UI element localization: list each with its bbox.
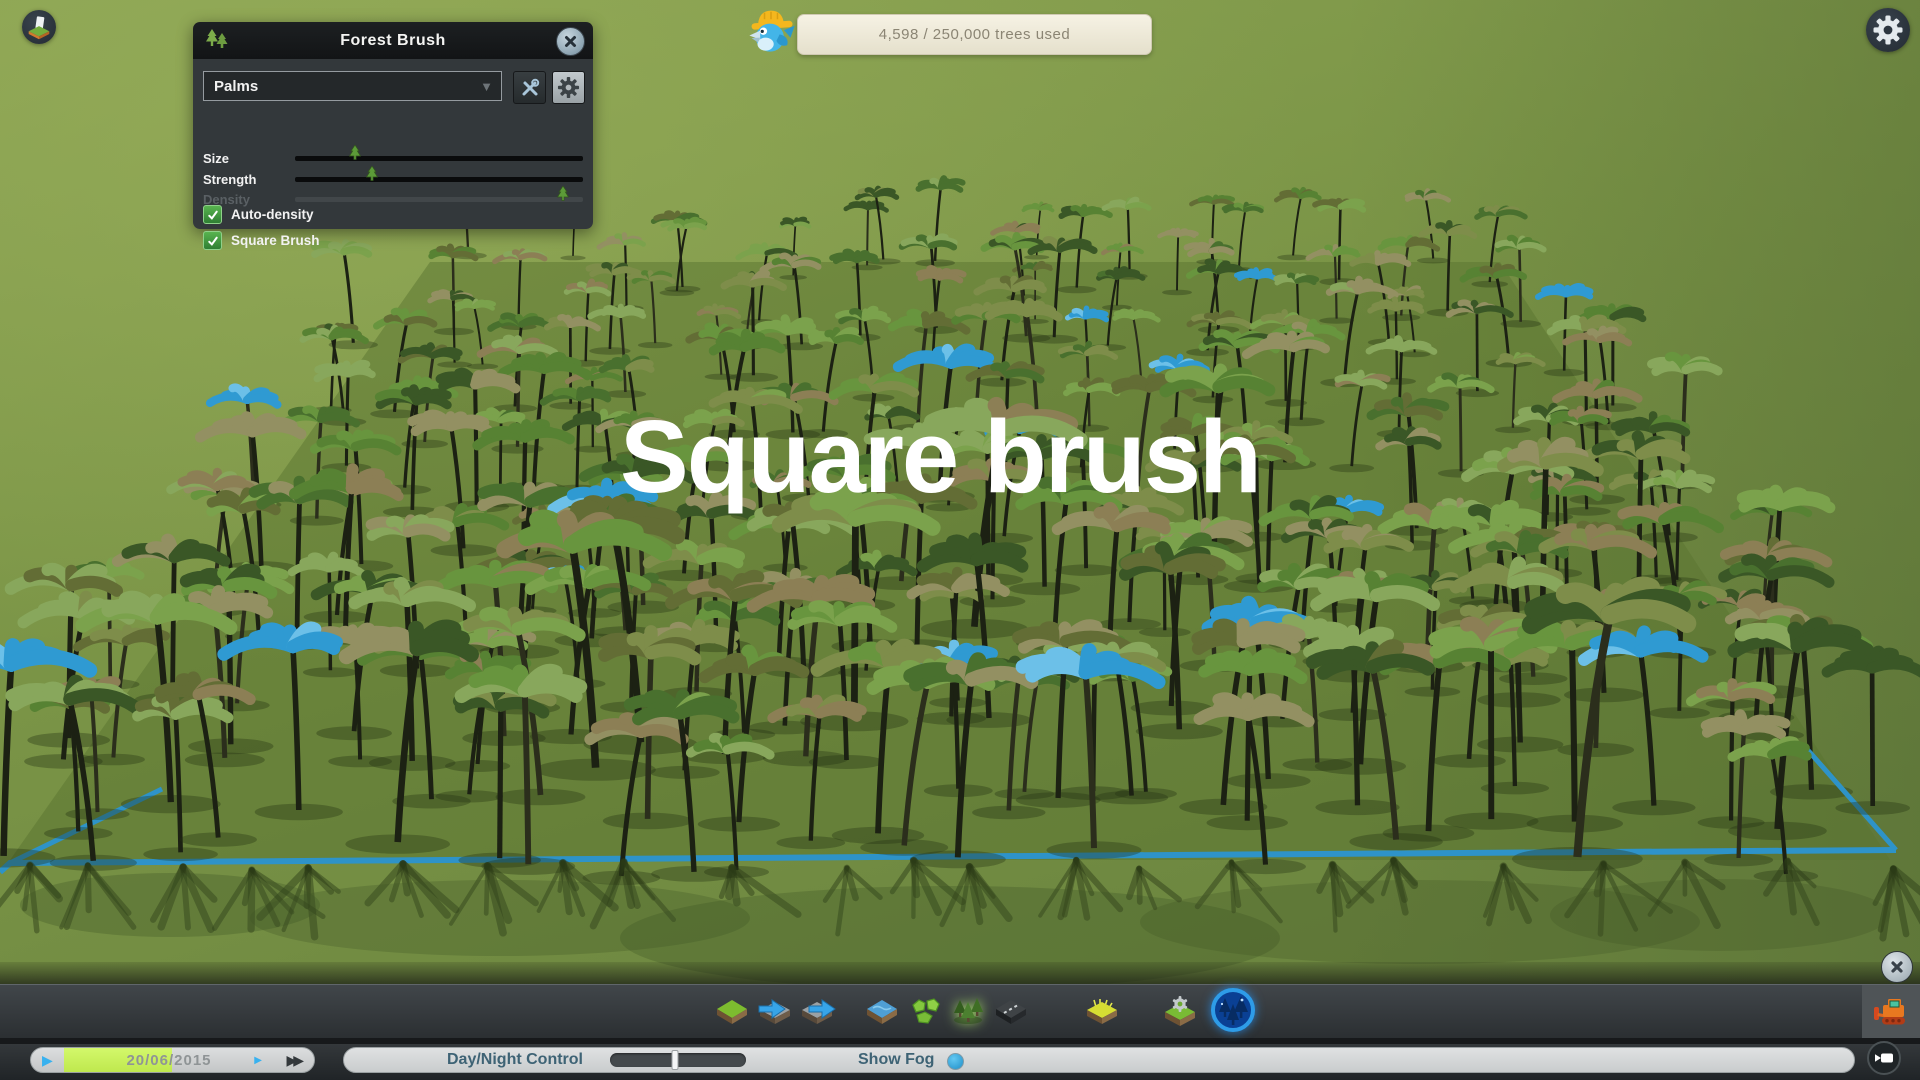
- tool-terrain-shift-in[interactable]: [755, 991, 795, 1031]
- tools-icon: [520, 78, 540, 98]
- tool-fertile-land[interactable]: [1082, 991, 1122, 1031]
- show-fog-label: Show Fog: [858, 1048, 934, 1072]
- strength-slider[interactable]: [295, 177, 583, 182]
- document-terrain-icon: [24, 12, 54, 42]
- video-camera-icon: [1874, 1049, 1894, 1067]
- tool-props[interactable]: [1160, 991, 1200, 1031]
- tree-thumb-icon: [556, 186, 569, 201]
- tool-terrain-shift-out[interactable]: [797, 991, 837, 1031]
- size-slider[interactable]: [295, 156, 583, 161]
- map-tools-button[interactable]: [22, 10, 56, 44]
- gear-icon: [557, 76, 580, 99]
- bulldozer-button[interactable]: [1862, 985, 1920, 1038]
- environment-bar: Day/Night Control Show Fog: [343, 1047, 1855, 1073]
- brush-select-dropdown[interactable]: Palms ▼: [203, 71, 502, 101]
- brush-options-button[interactable]: [552, 71, 585, 104]
- size-label: Size: [203, 151, 295, 166]
- square-brush-row: Square Brush: [203, 231, 320, 250]
- size-slider-row: Size: [203, 150, 583, 166]
- forest-brush-header[interactable]: Forest Brush: [193, 22, 593, 59]
- tree-counter-bar: 4,598 / 250,000 trees used: [797, 14, 1152, 55]
- auto-density-checkbox[interactable]: [203, 205, 222, 224]
- tree-counter-text: 4,598 / 250,000 trees used: [879, 26, 1070, 43]
- toolbar-shade: [0, 962, 1920, 984]
- panel-close-button[interactable]: [556, 27, 585, 56]
- check-icon: [207, 235, 219, 247]
- free-camera-button[interactable]: [1867, 1041, 1901, 1075]
- size-slider-thumb[interactable]: [349, 145, 362, 160]
- auto-density-row: Auto-density: [203, 205, 314, 224]
- brush-select-value: Palms: [214, 78, 258, 95]
- options-gear-button[interactable]: [1866, 8, 1910, 52]
- chirper-builder-icon[interactable]: [744, 4, 798, 54]
- speed-1-button[interactable]: ▶: [254, 1048, 262, 1072]
- tree-thumb-icon: [366, 166, 379, 181]
- day-night-slider[interactable]: [610, 1053, 746, 1067]
- day-night-label: Day/Night Control: [447, 1048, 583, 1072]
- tree-thumb-icon: [349, 145, 362, 160]
- tool-forest-brush-mod[interactable]: [1209, 986, 1257, 1034]
- forest-brush-trees-icon: [203, 27, 231, 53]
- close-icon: [564, 35, 577, 48]
- tool-trees-selected[interactable]: [948, 991, 988, 1031]
- forest-brush-body: Palms ▼: [193, 59, 593, 229]
- square-brush-label: Square Brush: [231, 233, 320, 248]
- bulldozer-icon: [1871, 996, 1911, 1028]
- strength-slider-row: Strength: [203, 171, 583, 187]
- day-night-slider-thumb[interactable]: [672, 1050, 679, 1070]
- toolbar-close-button[interactable]: [1881, 951, 1913, 983]
- edit-brushes-button[interactable]: [513, 71, 546, 104]
- tool-terrain-grass[interactable]: [712, 991, 752, 1031]
- tool-roads[interactable]: [991, 991, 1031, 1031]
- overlay-caption: Square brush: [560, 398, 1320, 516]
- tool-water[interactable]: [862, 991, 902, 1031]
- gear-icon: [1872, 14, 1904, 46]
- auto-density-label: Auto-density: [231, 207, 314, 222]
- forest-brush-panel: Forest Brush Palms ▼: [193, 22, 593, 229]
- show-fog-toggle[interactable]: [947, 1053, 964, 1070]
- date-text: 20/06/2015: [64, 1048, 274, 1072]
- strength-slider-thumb[interactable]: [366, 166, 379, 181]
- check-icon: [207, 209, 219, 221]
- tool-resources[interactable]: [905, 991, 945, 1031]
- panel-title: Forest Brush: [193, 32, 593, 50]
- speed-fast-button[interactable]: ▶▶: [286, 1048, 300, 1072]
- square-brush-checkbox[interactable]: [203, 231, 222, 250]
- date-panel: ▶ 20/06/2015 ▶ ▶▶: [30, 1047, 315, 1073]
- close-icon: [1890, 960, 1904, 974]
- density-slider: [295, 197, 583, 202]
- chevron-down-icon: ▼: [480, 79, 493, 94]
- density-slider-thumb: [556, 186, 569, 201]
- strength-label: Strength: [203, 172, 295, 187]
- play-pause-button[interactable]: ▶: [42, 1048, 53, 1072]
